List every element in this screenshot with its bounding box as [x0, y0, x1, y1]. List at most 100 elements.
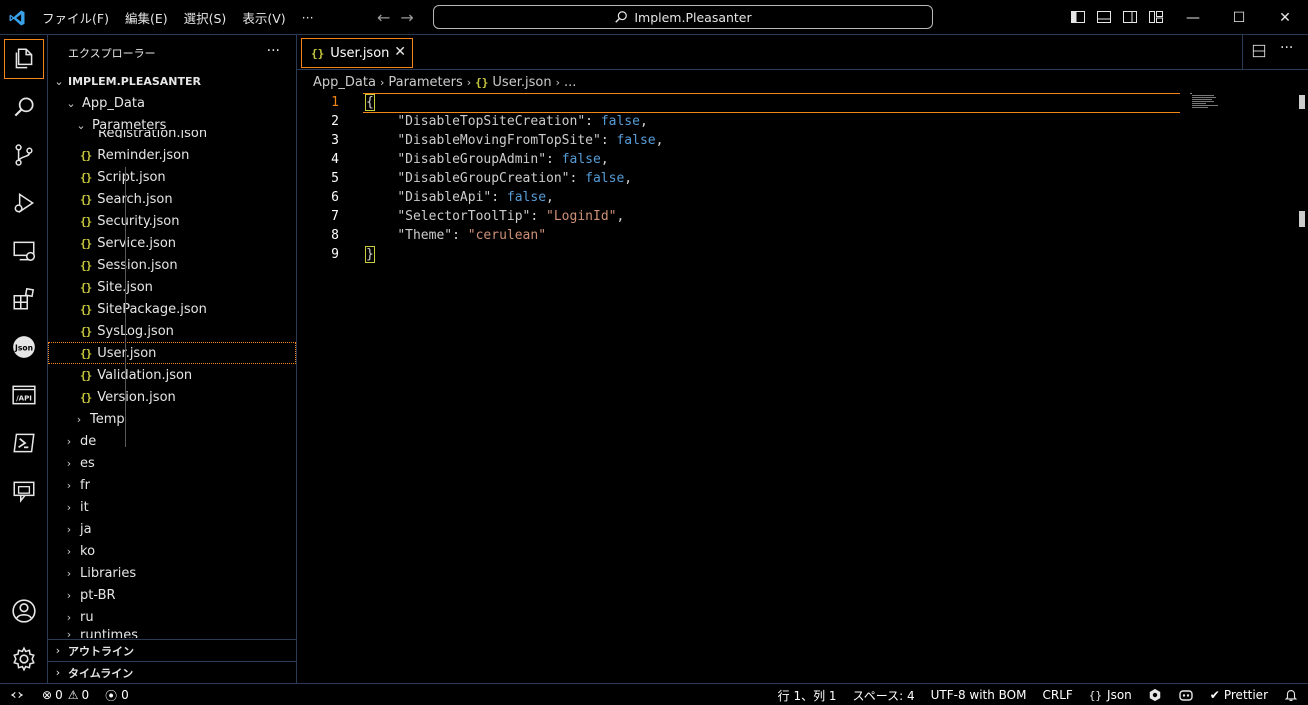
tree-folder-es[interactable]: › es	[48, 452, 296, 474]
timeline-section[interactable]: › タイムライン	[48, 661, 296, 683]
code-line[interactable]: 1{	[297, 93, 1187, 112]
minimap[interactable]	[1190, 93, 1226, 109]
activity-account[interactable]	[0, 587, 48, 635]
code-line[interactable]: 9}	[297, 245, 1187, 264]
tree-folder-app-data[interactable]: ⌄ App_Data	[48, 92, 296, 114]
tree-root-folder[interactable]: ⌄ IMPLEM.PLEASANTER	[48, 70, 296, 92]
toggle-secondary-sidebar-icon[interactable]	[1122, 9, 1138, 25]
json-file-icon: {}	[80, 192, 92, 206]
tree-file-search[interactable]: {} Search.json	[48, 188, 296, 210]
remote-indicator[interactable]	[0, 684, 34, 705]
json-key: "DisableMovingFromTopSite"	[397, 133, 601, 148]
menu-view[interactable]: 表示(V)	[234, 8, 293, 27]
code-text: "Theme": "cerulean"	[366, 226, 546, 245]
toggle-panel-icon[interactable]	[1096, 9, 1112, 25]
maximize-button[interactable]: ☐	[1216, 0, 1262, 35]
tree-folder-temp[interactable]: › Temp	[48, 408, 296, 430]
prettier-indicator[interactable]: ✔ Prettier	[1210, 688, 1268, 702]
json-value: "LoginId"	[546, 209, 617, 224]
tree-file-label: Search.json	[97, 191, 173, 207]
code-line[interactable]: 2 "DisableTopSiteCreation": false,	[297, 112, 1187, 131]
activity-json[interactable]: Json	[0, 323, 48, 371]
tree-file-service[interactable]: {} Service.json	[48, 232, 296, 254]
scrollbar-thumb[interactable]	[1299, 211, 1305, 227]
remote-icon	[11, 691, 23, 699]
tree-file-syslog[interactable]: {} SysLog.json	[48, 320, 296, 342]
activity-settings[interactable]	[0, 635, 48, 683]
code-editor[interactable]: 1{2 "DisableTopSiteCreation": false, 3 "D…	[297, 93, 1187, 673]
breadcrumb-item[interactable]: User.json	[492, 75, 551, 90]
tree-file-reminder[interactable]: {} Reminder.json	[48, 144, 296, 166]
window-controls: — ☐ ✕	[1170, 0, 1308, 35]
tree-folder-ko[interactable]: › ko	[48, 540, 296, 562]
activity-remote-explorer[interactable]	[0, 227, 48, 275]
tree-file-partial[interactable]: Registration.json	[48, 130, 296, 138]
breadcrumb-item[interactable]: App_Data	[313, 75, 376, 90]
line-number: 6	[331, 190, 339, 205]
activity-powershell[interactable]	[0, 419, 48, 467]
json-file-icon: {}	[80, 390, 92, 404]
language-mode[interactable]: {} Json	[1089, 688, 1132, 702]
tree-file-site[interactable]: {}Site.json	[48, 276, 296, 298]
indentation[interactable]: スペース: 4	[853, 687, 915, 704]
activity-api[interactable]: /API	[0, 371, 48, 419]
menu-edit[interactable]: 編集(E)	[117, 8, 176, 27]
tree-folder-fr[interactable]: › fr	[48, 474, 296, 496]
tree-file-script[interactable]: {} Script.json	[48, 166, 296, 188]
outline-section[interactable]: › アウトライン	[48, 639, 296, 661]
breadcrumb-item[interactable]: Parameters	[388, 75, 462, 90]
back-arrow-icon[interactable]: ←	[377, 8, 390, 27]
activity-source-control[interactable]	[0, 131, 48, 179]
activity-chat[interactable]	[0, 467, 48, 515]
activity-search[interactable]	[0, 83, 48, 131]
toggle-primary-sidebar-icon[interactable]	[1070, 9, 1086, 25]
tree-file-label: SysLog.json	[97, 323, 174, 339]
code-line[interactable]: 8 "Theme": "cerulean"	[297, 226, 1187, 245]
json-file-icon: {}	[80, 170, 92, 184]
code-line[interactable]: 4 "DisableGroupAdmin": false,	[297, 150, 1187, 169]
menu-selection[interactable]: 選択(S)	[176, 8, 235, 27]
tree-folder-pt-br[interactable]: › pt-BR	[48, 584, 296, 606]
problems-indicator[interactable]: ⊗ 0 ⚠ 0	[42, 688, 89, 702]
tree-file-sitepackage[interactable]: {} SitePackage.json	[48, 298, 296, 320]
tree-file-user[interactable]: {} User.json	[48, 342, 296, 364]
explorer-more-button[interactable]: ···	[267, 43, 280, 59]
cursor-position[interactable]: 行 1、列 1	[778, 687, 837, 704]
tree-file-security[interactable]: {} Security.json	[48, 210, 296, 232]
tab-user-json[interactable]: {} User.json ✕	[301, 38, 413, 68]
tree-file-version[interactable]: {} Version.json	[48, 386, 296, 408]
copilot-icon[interactable]	[1178, 688, 1194, 702]
forward-arrow-icon[interactable]: →	[400, 8, 413, 27]
activity-run-debug[interactable]	[0, 179, 48, 227]
tree-folder-libraries[interactable]: › Libraries	[48, 562, 296, 584]
close-window-button[interactable]: ✕	[1262, 0, 1308, 35]
extension-status-icon[interactable]	[1148, 688, 1162, 702]
tree-file-session[interactable]: {} Session.json	[48, 254, 296, 276]
tree-file-validation[interactable]: {} Validation.json	[48, 364, 296, 386]
tree-folder-runtimes[interactable]: › runtimes	[48, 628, 296, 638]
code-line[interactable]: 7 "SelectorToolTip": "LoginId",	[297, 207, 1187, 226]
ports-indicator[interactable]: ⦿ 0	[105, 687, 129, 704]
menu-more[interactable]: ···	[294, 10, 322, 25]
tree-folder-de[interactable]: › de	[48, 430, 296, 452]
minimize-button[interactable]: —	[1170, 0, 1216, 35]
customize-layout-icon[interactable]	[1148, 9, 1164, 25]
tree-folder-ru[interactable]: › ru	[48, 606, 296, 628]
tree-folder-it[interactable]: › it	[48, 496, 296, 518]
activity-explorer[interactable]	[0, 35, 48, 83]
activity-extensions[interactable]	[0, 275, 48, 323]
menu-file[interactable]: ファイル(F)	[34, 8, 117, 27]
editor-more-button[interactable]: ···	[1280, 40, 1293, 56]
command-center[interactable]: Implem.Pleasanter	[433, 5, 933, 29]
code-line[interactable]: 3 "DisableMovingFromTopSite": false,	[297, 131, 1187, 150]
breadcrumb-item[interactable]: ...	[564, 75, 576, 90]
code-line[interactable]: 6 "DisableApi": false,	[297, 188, 1187, 207]
end-of-line[interactable]: CRLF	[1042, 688, 1072, 702]
scrollbar-marker[interactable]	[1299, 95, 1305, 109]
code-line[interactable]: 5 "DisableGroupCreation": false,	[297, 169, 1187, 188]
close-icon[interactable]: ✕	[394, 44, 406, 60]
notifications-bell-icon[interactable]	[1284, 688, 1298, 702]
split-editor-icon[interactable]	[1252, 44, 1266, 58]
encoding[interactable]: UTF-8 with BOM	[931, 688, 1027, 702]
tree-folder-ja[interactable]: › ja	[48, 518, 296, 540]
